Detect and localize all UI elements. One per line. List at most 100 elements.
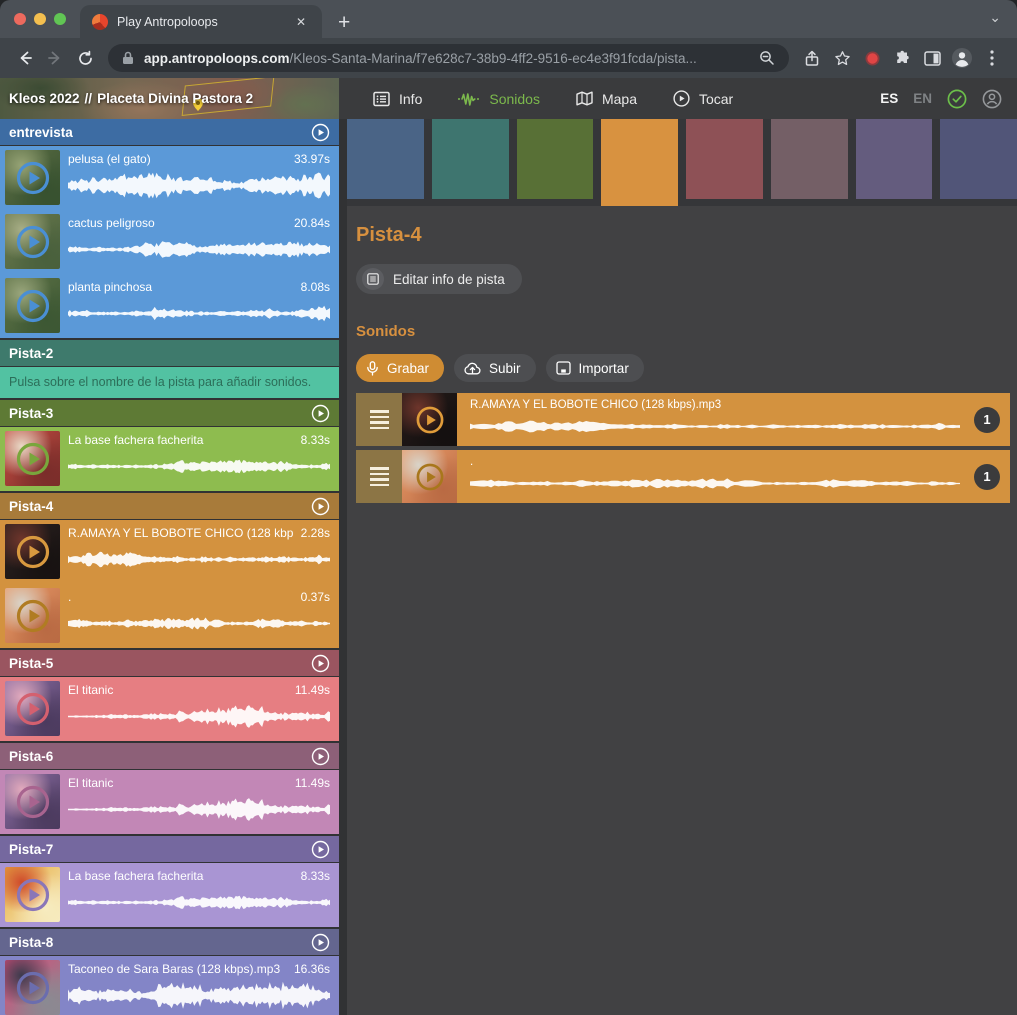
- sidebar-sound-item[interactable]: La base fachera facherita8.33s: [0, 427, 339, 491]
- sound-thumbnail[interactable]: [5, 278, 60, 333]
- play-sound-icon[interactable]: [15, 288, 51, 324]
- forward-button[interactable]: [40, 43, 70, 73]
- sidebar-sound-item[interactable]: Taconeo de Sara Baras (128 kbps).mp316.3…: [0, 956, 339, 1015]
- play-track-button[interactable]: [311, 497, 330, 516]
- track-color-tab-6[interactable]: [771, 119, 848, 199]
- minimize-window-button[interactable]: [34, 13, 46, 25]
- lang-es-button[interactable]: ES: [880, 91, 898, 106]
- play-sound-icon[interactable]: [15, 877, 51, 913]
- play-track-button[interactable]: [311, 123, 330, 142]
- back-button[interactable]: [10, 43, 40, 73]
- track-color-tab-2[interactable]: [432, 119, 509, 199]
- track-color-tab-4[interactable]: [601, 119, 678, 206]
- sound-thumbnail[interactable]: [402, 393, 457, 446]
- upload-button[interactable]: Subir: [454, 354, 536, 382]
- play-sound-icon[interactable]: [415, 462, 445, 492]
- zoom-out-icon[interactable]: [759, 50, 775, 66]
- sound-thumbnail[interactable]: [5, 867, 60, 922]
- sound-thumbnail[interactable]: [5, 524, 60, 579]
- track-header-pista-5[interactable]: Pista-5: [0, 650, 339, 676]
- play-sound-icon[interactable]: [15, 970, 51, 1006]
- nav-tocar[interactable]: Tocar: [673, 90, 733, 107]
- bookmark-star-icon[interactable]: [827, 43, 857, 73]
- sound-thumbnail[interactable]: [402, 450, 457, 503]
- play-sound-icon[interactable]: [15, 160, 51, 196]
- sound-thumbnail[interactable]: [5, 431, 60, 486]
- play-sound-icon[interactable]: [15, 534, 51, 570]
- track-header-entrevista[interactable]: entrevista: [0, 119, 339, 145]
- track-color-tab-8[interactable]: [940, 119, 1017, 199]
- track-color-tab-5[interactable]: [686, 119, 763, 199]
- sound-meta: pelusa (el gato)33.97s: [60, 150, 334, 206]
- sidebar-sound-item[interactable]: planta pinchosa8.08s: [0, 274, 339, 338]
- sound-thumbnail[interactable]: [5, 588, 60, 643]
- play-sound-icon[interactable]: [15, 598, 51, 634]
- profile-avatar-icon[interactable]: [947, 43, 977, 73]
- track-header-pista-7[interactable]: Pista-7: [0, 836, 339, 862]
- record-button[interactable]: Grabar: [356, 354, 444, 382]
- nav-info[interactable]: Info: [373, 91, 422, 107]
- project-title: Kleos 2022//Placeta Divina Pastora 2: [9, 91, 253, 106]
- sound-row[interactable]: R.AMAYA Y EL BOBOTE CHICO (128 kbps).mp3…: [356, 393, 1010, 446]
- sound-row[interactable]: .1: [356, 450, 1010, 503]
- extensions-puzzle-icon[interactable]: [887, 43, 917, 73]
- sound-thumbnail[interactable]: [5, 214, 60, 269]
- track-header-pista-6[interactable]: Pista-6: [0, 743, 339, 769]
- account-icon[interactable]: [982, 89, 1002, 109]
- sidebar-sound-item[interactable]: .0.37s: [0, 584, 339, 648]
- drag-handle[interactable]: [356, 393, 402, 446]
- track-header-pista-4[interactable]: Pista-4: [0, 493, 339, 519]
- sound-thumbnail[interactable]: [5, 150, 60, 205]
- sidebar-sound-item[interactable]: El titanic11.49s: [0, 770, 339, 834]
- play-track-button[interactable]: [311, 933, 330, 952]
- sound-thumbnail[interactable]: [5, 960, 60, 1015]
- track-color-tab-3[interactable]: [517, 119, 594, 199]
- play-sound-icon[interactable]: [415, 405, 445, 435]
- sound-thumbnail[interactable]: [5, 681, 60, 736]
- play-track-button[interactable]: [311, 654, 330, 673]
- tab-search-chevron-icon[interactable]: ⌄: [989, 9, 1001, 26]
- close-window-button[interactable]: [14, 13, 26, 25]
- url-bar[interactable]: app.antropoloops.com/Kleos-Santa-Marina/…: [108, 44, 789, 72]
- browser-tab[interactable]: Play Antropoloops ✕: [80, 5, 322, 38]
- new-tab-button[interactable]: +: [338, 12, 350, 33]
- sidebar-sound-item[interactable]: La base fachera facherita8.33s: [0, 863, 339, 927]
- maximize-window-button[interactable]: [54, 13, 66, 25]
- track-detail-body: Pista-4 Editar info de pista Sonidos Gra…: [347, 206, 1017, 503]
- play-sound-icon[interactable]: [15, 441, 51, 477]
- track-header-pista-3[interactable]: Pista-3: [0, 400, 339, 426]
- play-track-button[interactable]: [311, 404, 330, 423]
- drag-handle[interactable]: [356, 450, 402, 503]
- side-panel-icon[interactable]: [917, 43, 947, 73]
- import-button[interactable]: Importar: [546, 354, 644, 382]
- browser-menu-icon[interactable]: [977, 43, 1007, 73]
- sidebar-sound-item[interactable]: pelusa (el gato)33.97s: [0, 146, 339, 210]
- play-track-button[interactable]: [311, 747, 330, 766]
- tab-close-icon[interactable]: ✕: [292, 13, 310, 31]
- nav-sonidos[interactable]: Sonidos: [458, 91, 540, 107]
- record-extension-icon[interactable]: [857, 43, 887, 73]
- sound-waveform: [470, 414, 960, 439]
- sync-check-icon[interactable]: [947, 89, 967, 109]
- reload-button[interactable]: [70, 43, 100, 73]
- sidebar-sound-item[interactable]: El titanic11.49s: [0, 677, 339, 741]
- sound-meta: La base fachera facherita8.33s: [60, 867, 334, 923]
- play-sound-icon[interactable]: [15, 784, 51, 820]
- share-button[interactable]: [797, 43, 827, 73]
- sound-actions: Grabar Subir Importar: [356, 354, 1010, 382]
- project-banner: Kleos 2022//Placeta Divina Pastora 2: [0, 78, 339, 119]
- track-header-pista-8[interactable]: Pista-8: [0, 929, 339, 955]
- track-header-pista-2[interactable]: Pista-2: [0, 340, 339, 366]
- lang-en-button[interactable]: EN: [913, 91, 932, 106]
- nav-mapa[interactable]: Mapa: [576, 91, 637, 107]
- track-color-tab-7[interactable]: [856, 119, 933, 199]
- track-sound-list: R.AMAYA Y EL BOBOTE CHICO (128 kbps).mp3…: [356, 393, 1010, 503]
- track-color-tab-1[interactable]: [347, 119, 424, 199]
- play-sound-icon[interactable]: [15, 224, 51, 260]
- sound-thumbnail[interactable]: [5, 774, 60, 829]
- sidebar-sound-item[interactable]: R.AMAYA Y EL BOBOTE CHICO (128 kbps)....…: [0, 520, 339, 584]
- edit-track-info-button[interactable]: Editar info de pista: [356, 264, 522, 294]
- sidebar-sound-item[interactable]: cactus peligroso20.84s: [0, 210, 339, 274]
- play-sound-icon[interactable]: [15, 691, 51, 727]
- play-track-button[interactable]: [311, 840, 330, 859]
